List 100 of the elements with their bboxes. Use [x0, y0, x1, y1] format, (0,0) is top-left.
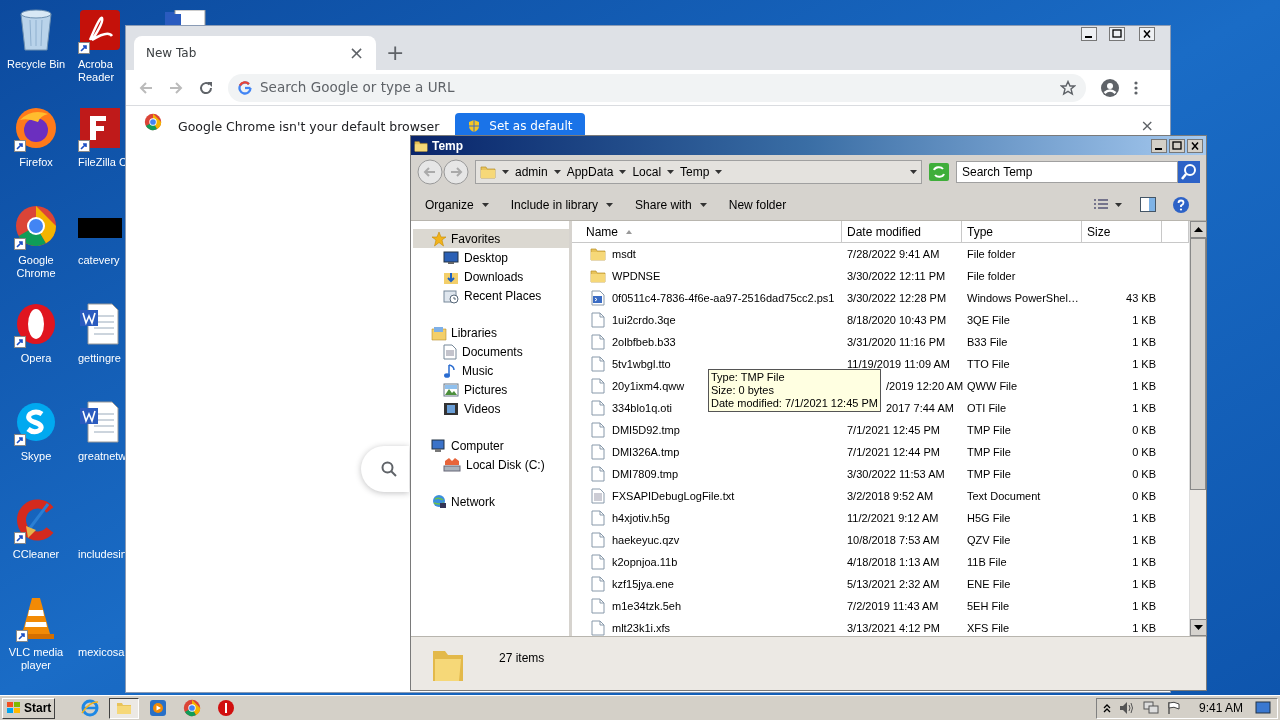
navigation-item[interactable]: Music [413, 361, 569, 380]
new-tab-button[interactable]: + [386, 42, 405, 64]
breadcrumb-segment[interactable]: Local [632, 163, 662, 181]
minimize-icon[interactable] [1151, 138, 1167, 153]
file-name[interactable]: 0f0511c4-7836-4f6e-aa97-2516dad75cc2.ps1 [612, 289, 835, 307]
file-name[interactable]: 2olbfbeb.b33 [612, 333, 676, 351]
column-header[interactable]: Size [1082, 221, 1162, 243]
navigation-item[interactable]: Downloads [413, 267, 569, 286]
navigation-item[interactable]: Pictures [413, 380, 569, 399]
search-field[interactable]: Search Temp [956, 161, 1178, 183]
desktop-icon-label[interactable]: mexicosa [78, 646, 125, 659]
taskbar-app-button[interactable] [109, 697, 140, 719]
scroll-down-icon[interactable] [1190, 619, 1207, 636]
omnibox[interactable]: Search Google or type a URL [228, 73, 1086, 102]
help-icon[interactable] [1172, 195, 1190, 214]
breadcrumb-segment[interactable]: AppData [566, 163, 614, 181]
file-name[interactable]: mlt23k1i.xfs [612, 619, 671, 636]
file-name[interactable]: kzf15jya.ene [612, 575, 674, 593]
file-type: TMP File [967, 445, 1011, 458]
file-name[interactable]: 334blo1q.oti [612, 399, 672, 417]
shield-icon [467, 119, 482, 133]
desktop-icon-label[interactable]: VLC media player [8, 646, 64, 672]
file-name[interactable]: 5tv1wbgl.tto [612, 355, 671, 373]
file-name[interactable]: DMI326A.tmp [612, 443, 680, 461]
show-desktop-icon[interactable] [1255, 701, 1271, 715]
menu-icon[interactable] [1134, 80, 1138, 95]
navigation-item[interactable]: Libraries [413, 323, 569, 342]
scroll-up-icon[interactable] [1190, 221, 1207, 238]
browser-tab[interactable]: New Tab × [134, 36, 376, 70]
desktop-icon-label[interactable]: CCleaner [12, 548, 60, 561]
file-name[interactable]: DMI7809.tmp [612, 465, 679, 483]
file-name[interactable]: haekeyuc.qzv [612, 531, 680, 549]
reload-icon[interactable] [198, 79, 214, 96]
breadcrumb-segment[interactable]: admin [515, 163, 548, 181]
file-name[interactable]: h4xjotiv.h5g [612, 509, 670, 527]
navigation-item[interactable]: Recent Places [413, 286, 569, 305]
speaker-icon[interactable] [1118, 701, 1135, 715]
desktop-icon-label[interactable]: Google Chrome [16, 254, 56, 280]
close-tab-button[interactable]: × [348, 44, 364, 62]
windows-logo-icon [6, 701, 22, 715]
desktop-icon-label[interactable]: Acroba Reader [78, 58, 115, 84]
command-button[interactable]: New folder [720, 192, 795, 217]
profile-icon[interactable] [1100, 77, 1120, 98]
file-type: TMP File [967, 423, 1011, 436]
network-icon[interactable] [1142, 701, 1159, 715]
star-icon[interactable] [1060, 79, 1076, 96]
navigation-item[interactable]: Network [413, 492, 569, 511]
picture-frame-icon [443, 382, 459, 397]
scroll-thumb[interactable] [1190, 238, 1206, 490]
close-infobar-button[interactable]: × [1140, 119, 1154, 133]
address-field[interactable]: Search Google or type a URL [260, 77, 1052, 98]
file-name[interactable]: WPDNSE [612, 267, 661, 285]
navigation-item[interactable]: Computer [413, 436, 569, 455]
scrollbar[interactable] [1189, 221, 1206, 636]
file-name[interactable]: DMI5D92.tmp [612, 421, 680, 439]
navigation-item[interactable]: Favorites [413, 229, 569, 248]
desktop-icon-label[interactable]: catevery [78, 254, 120, 267]
flag-icon[interactable] [1166, 701, 1181, 715]
desktop-icon-label[interactable]: Recycle Bin [6, 58, 66, 71]
maximize-icon[interactable] [1169, 138, 1185, 153]
file-name[interactable]: 20y1ixm4.qww [612, 377, 685, 395]
file-name[interactable]: k2opnjoa.11b [612, 553, 678, 571]
command-button[interactable]: Share with [627, 192, 715, 217]
file-type: TMP File [967, 467, 1011, 480]
file-type: ENE File [967, 577, 1011, 590]
file-name[interactable]: msdt [612, 245, 636, 263]
navigation-item[interactable]: Videos [413, 399, 569, 418]
breadcrumb-segment[interactable]: Temp [680, 163, 710, 181]
desktop-icon-label[interactable]: Firefox [19, 156, 53, 169]
desktop-icon-label[interactable]: Opera [20, 352, 52, 365]
view-options-icon[interactable] [1093, 197, 1109, 212]
date-modified: 5/13/2021 2:32 AM [847, 577, 940, 590]
start-button[interactable]: Start [2, 697, 56, 719]
command-button[interactable]: Organize [417, 192, 497, 217]
navigation-item[interactable]: Desktop [413, 248, 569, 267]
file-name[interactable]: m1e34tzk.5eh [612, 597, 682, 615]
desktop-icon-label[interactable]: greatnetw [78, 450, 127, 463]
navigation-item[interactable]: Documents [413, 342, 569, 361]
address-bar[interactable]: admin AppData Local Temp [475, 160, 922, 184]
file-icon [591, 510, 605, 526]
tab-title: New Tab [146, 45, 197, 62]
desktop-icon-label[interactable]: gettingre [78, 352, 121, 365]
caret-icon [699, 202, 707, 207]
column-header[interactable]: Type [962, 221, 1082, 243]
search-box[interactable] [361, 446, 409, 492]
file-name[interactable]: 1ui2crdo.3qe [612, 311, 676, 329]
search-icon[interactable] [1178, 161, 1200, 183]
column-header[interactable]: Date modified [842, 221, 962, 243]
chevron-up-icon[interactable] [1102, 703, 1111, 713]
preview-pane-icon[interactable] [1140, 197, 1156, 212]
navigation-item[interactable]: Local Disk (C:) [413, 455, 569, 474]
file-name[interactable]: FXSAPIDebugLogFile.txt [612, 487, 735, 505]
column-header[interactable]: Name [572, 221, 842, 243]
desktop-icon-label[interactable]: includesin [78, 548, 127, 561]
file-size: 0 KB [1132, 466, 1156, 482]
desktop-icon-label[interactable]: Skype [20, 450, 52, 463]
close-icon[interactable] [1187, 138, 1203, 153]
command-button[interactable]: Include in library [502, 192, 622, 217]
refresh-icon[interactable] [928, 162, 950, 182]
set-as-default-button[interactable]: Set as default [455, 113, 585, 135]
